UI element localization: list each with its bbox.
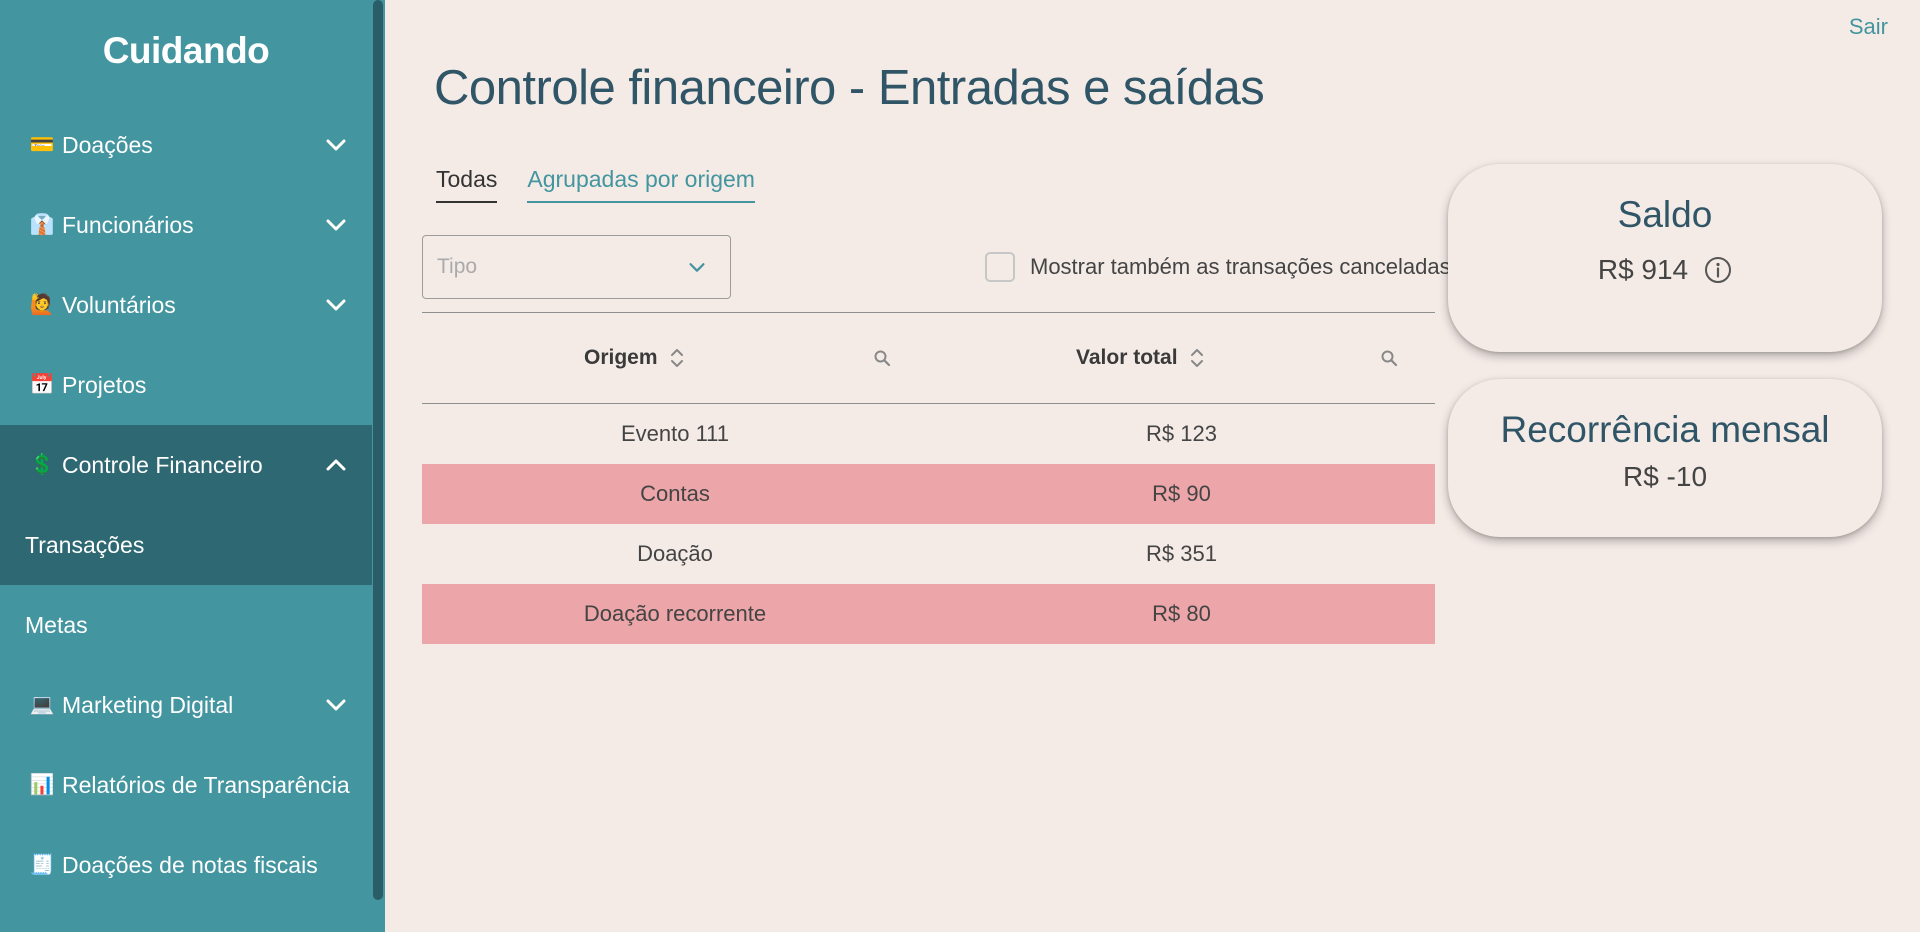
- receipt-icon: 🧾: [29, 854, 55, 876]
- sidebar-item-label: Transações: [25, 531, 145, 558]
- sidebar-item-doacoes-notas[interactable]: 🧾 Doações de notas fiscais: [0, 825, 372, 905]
- monthly-recurrence-card: Recorrência mensal R$ -10: [1448, 379, 1882, 537]
- tab-todas[interactable]: Todas: [436, 166, 498, 203]
- show-cancelled-label: Mostrar também as transações canceladas: [1030, 254, 1451, 279]
- sidebar-item-label: Doações de notas fiscais: [62, 851, 318, 878]
- balance-card: Saldo R$ 914: [1448, 164, 1882, 352]
- laptop-icon: 💻: [29, 694, 55, 716]
- chevron-down-icon: [326, 139, 346, 151]
- bar-chart-icon: 📊: [29, 774, 55, 796]
- type-select-placeholder: Tipo: [437, 255, 478, 278]
- column-header-label: Valor total: [1076, 346, 1178, 369]
- sidebar-item-label: Marketing Digital: [62, 691, 234, 718]
- cell-origem: Doação recorrente: [583, 601, 767, 626]
- cell-valor: R$ 90: [1152, 481, 1211, 506]
- chevron-down-icon: [689, 263, 705, 272]
- brand-logo[interactable]: Cuidando: [0, 30, 372, 72]
- sidebar-item-controle-financeiro[interactable]: 💲 Controle Financeiro: [0, 425, 372, 505]
- chevron-down-icon: [326, 299, 346, 311]
- table-header: Origem Valor total: [422, 312, 1435, 404]
- page-title: Controle financeiro - Entradas e saídas: [434, 61, 1265, 115]
- sidebar-item-label: Projetos: [62, 371, 147, 398]
- show-cancelled-checkbox[interactable]: [985, 252, 1015, 282]
- table-row[interactable]: Evento 111 R$ 123: [422, 404, 1435, 464]
- monthly-recurrence-title: Recorrência mensal: [1500, 409, 1830, 450]
- sidebar-item-funcionarios[interactable]: 👔 Funcionários: [0, 185, 372, 265]
- type-select[interactable]: Tipo: [422, 235, 731, 299]
- sidebar-item-voluntarios[interactable]: 🙋 Voluntários: [0, 265, 372, 345]
- necktie-icon: 👔: [29, 214, 55, 236]
- chevron-down-icon: [326, 219, 346, 231]
- table-row[interactable]: Doação R$ 351: [422, 524, 1435, 584]
- view-tabs: Todas Agrupadas por origem: [436, 166, 755, 203]
- balance-card-value-row: R$ 914: [1448, 254, 1882, 286]
- sidebar-item-label: Funcionários: [62, 211, 194, 238]
- column-header-origem[interactable]: Origem: [584, 313, 686, 403]
- credit-card-icon: 💳: [29, 134, 55, 156]
- sidebar-item-label: Metas: [25, 611, 88, 638]
- sidebar-item-relatorios[interactable]: 📊 Relatórios de Transparência: [0, 745, 372, 825]
- sidebar-item-transacoes[interactable]: Transações: [0, 505, 372, 585]
- cell-valor: R$ 80: [1152, 601, 1211, 626]
- column-header-valor-total[interactable]: Valor total: [1076, 313, 1206, 403]
- balance-value: R$ 914: [1597, 254, 1689, 285]
- sidebar-item-doacoes[interactable]: 💳 Doações: [0, 105, 372, 185]
- column-header-label: Origem: [584, 346, 658, 369]
- chevron-up-icon: [326, 459, 346, 471]
- chevron-down-icon: [326, 699, 346, 711]
- sidebar-item-marketing-digital[interactable]: 💻 Marketing Digital: [0, 665, 372, 745]
- sort-icon[interactable]: [668, 347, 686, 369]
- volunteer-icon: 🙋: [29, 294, 55, 316]
- table-row[interactable]: Doação recorrente R$ 80: [422, 584, 1435, 644]
- cell-origem: Evento 111: [620, 421, 730, 446]
- search-icon[interactable]: [873, 349, 891, 367]
- info-icon[interactable]: [1704, 256, 1732, 284]
- sidebar: Cuidando 💳 Doações 👔 Funcionários 🙋 Volu…: [0, 0, 385, 932]
- sidebar-item-projetos[interactable]: 📅 Projetos: [0, 345, 372, 425]
- calendar-icon: 📅: [29, 374, 55, 396]
- show-cancelled-toggle[interactable]: Mostrar também as transações canceladas: [985, 252, 1451, 282]
- transactions-table: Origem Valor total Evento 111 R$ 123 Con…: [422, 312, 1435, 644]
- table-row[interactable]: Contas R$ 90: [422, 464, 1435, 524]
- cell-origem: Doação: [637, 541, 713, 566]
- balance-card-title: Saldo: [1617, 194, 1713, 235]
- cell-origem: Contas: [640, 481, 710, 506]
- sort-icon[interactable]: [1188, 347, 1206, 369]
- sidebar-item-label: Controle Financeiro: [62, 451, 263, 478]
- logout-link[interactable]: Sair: [1849, 14, 1888, 40]
- sidebar-scrollbar[interactable]: [373, 0, 383, 900]
- sidebar-item-label: Voluntários: [62, 291, 176, 318]
- search-icon[interactable]: [1380, 349, 1398, 367]
- sidebar-item-label: Relatórios de Transparência: [62, 771, 350, 798]
- sidebar-item-label: Doações: [62, 131, 153, 158]
- tab-agrupadas-por-origem[interactable]: Agrupadas por origem: [527, 166, 755, 203]
- monthly-recurrence-value: R$ -10: [1622, 461, 1708, 492]
- sidebar-item-metas[interactable]: Metas: [0, 585, 372, 665]
- cell-valor: R$ 351: [1146, 541, 1217, 566]
- dollar-icon: 💲: [29, 454, 55, 476]
- cell-valor: R$ 123: [1146, 421, 1217, 446]
